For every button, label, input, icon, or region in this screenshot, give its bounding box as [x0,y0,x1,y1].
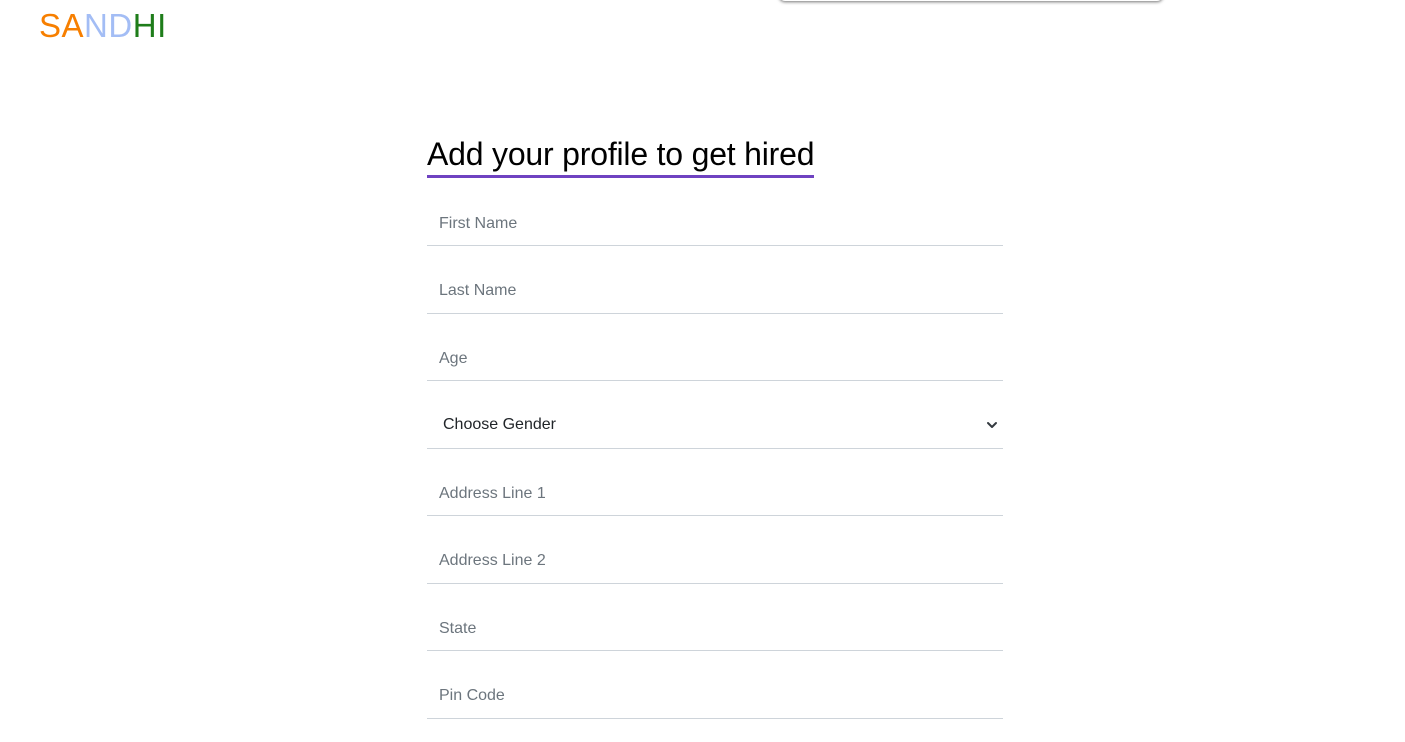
logo-letter-d: D [108,7,133,44]
logo-letter-h: H [132,7,158,44]
logo-letter-a: A [61,7,85,44]
profile-form: Add your profile to get hired Choose Gen… [427,134,1003,742]
last-name-input[interactable] [427,269,1003,313]
address-line-2-field [427,539,1003,584]
logo-letter-n: N [84,7,109,44]
logo-letter-i: I [157,7,167,44]
form-fields: Choose Gender [427,202,1003,719]
brand-logo[interactable]: SANDHI [39,7,167,45]
first-name-input[interactable] [427,202,1003,245]
state-field [427,607,1003,651]
address-line-1-input[interactable] [427,472,1003,515]
age-field [427,337,1003,381]
gender-select-value: Choose Gender [443,415,556,433]
address-line-1-field [427,472,1003,516]
dropdown-shadow-edge [779,0,1163,1]
gender-select[interactable]: Choose Gender [427,405,1003,449]
logo-letter-s: S [39,7,62,44]
address-line-2-input[interactable] [427,539,1003,583]
last-name-field [427,269,1003,314]
age-input[interactable] [427,337,1003,380]
pin-code-input[interactable] [427,674,1003,718]
pin-code-field [427,674,1003,719]
state-input[interactable] [427,607,1003,650]
chevron-down-icon [987,421,997,428]
page-title: Add your profile to get hired [427,134,815,178]
first-name-field [427,202,1003,246]
